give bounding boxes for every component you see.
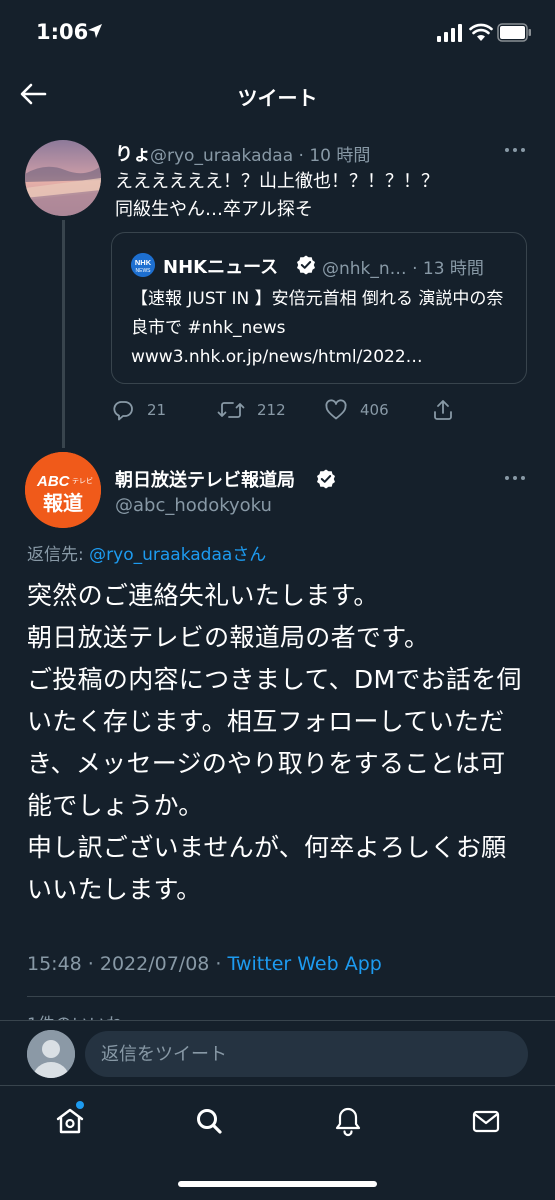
retweet-count: 212 <box>257 401 286 419</box>
nhk-logo-text: NHK <box>135 258 152 267</box>
notification-dot <box>76 1101 84 1109</box>
default-avatar-icon <box>27 1030 75 1078</box>
abc-logo: ABC テレビ 報道 <box>25 452 101 528</box>
home-icon[interactable] <box>54 1105 86 1137</box>
mail-icon[interactable] <box>470 1105 502 1137</box>
retweet-icon <box>217 402 245 418</box>
reply-count: 21 <box>147 401 167 419</box>
author-handle-time: @ryo_uraakadaa · 10 時間 <box>150 146 371 166</box>
heart-icon <box>325 399 347 420</box>
wifi-icon <box>469 23 493 41</box>
nhk-logo-sub: NEWS <box>136 268 152 274</box>
more-options-icon[interactable] <box>503 468 527 488</box>
quoted-author-name: NHKニュース <box>163 257 279 278</box>
my-avatar[interactable] <box>27 1030 75 1078</box>
share-icon <box>434 400 452 420</box>
tweet-meta: 15:48 · 2022/07/08 · Twitter Web App <box>27 953 382 975</box>
like-count: 406 <box>360 401 389 419</box>
page-title: ツイート <box>237 86 318 110</box>
likes-count-peek[interactable]: 1件のいいね <box>27 1010 123 1020</box>
quoted-handle-time: @nhk_n… · 13 時間 <box>322 259 484 279</box>
author-name[interactable]: りょ <box>115 140 151 166</box>
home-indicator <box>178 1181 377 1187</box>
quoted-tweet-text: 【速報 JUST IN 】安倍元首相 倒れる 演説中の奈良市で #nhk_new… <box>131 289 504 367</box>
replying-to-prefix: 返信先: <box>27 545 90 565</box>
bell-icon[interactable] <box>332 1105 364 1137</box>
verified-badge-icon <box>297 255 315 275</box>
abc-logo-line1: ABC <box>36 473 71 490</box>
reply-icon <box>113 401 133 421</box>
abc-logo-line2: 報道 <box>43 491 83 515</box>
retweet-button[interactable]: 212 <box>217 398 286 422</box>
replying-to: 返信先: @ryo_uraakadaaさん <box>27 540 266 565</box>
tweet-source-link[interactable]: Twitter Web App <box>228 953 382 975</box>
battery-icon <box>497 23 531 42</box>
divider <box>27 996 555 997</box>
tweet-text: 突然のご連絡失礼いたします。 朝日放送テレビの報道局の者です。 ご投稿の内容につ… <box>27 581 522 904</box>
share-button[interactable] <box>431 398 467 422</box>
thread-line <box>62 220 65 448</box>
tweet-text: ええええええ！？山上徹也！？！？！？ 同級生やん…卒アル探そ <box>115 171 439 220</box>
cellular-signal-icon <box>437 24 462 42</box>
status-time: 1:06 <box>36 20 89 44</box>
avatar-photo <box>25 140 101 216</box>
reply-button[interactable]: 21 <box>111 398 166 422</box>
abc-avatar[interactable]: ABC テレビ 報道 <box>25 452 101 528</box>
author-handle: @abc_hodokyoku <box>115 495 272 516</box>
more-options-icon[interactable] <box>503 140 527 160</box>
tweet-timestamp: 15:48 · 2022/07/08 · <box>27 953 228 975</box>
replying-to-handle[interactable]: @ryo_uraakadaa <box>89 545 232 565</box>
author-name[interactable]: 朝日放送テレビ報道局 <box>115 466 295 492</box>
replying-to-suffix: さん <box>232 545 267 565</box>
avatar[interactable] <box>25 140 101 216</box>
reply-input[interactable] <box>85 1031 528 1077</box>
nhk-logo: NHK NEWS <box>131 253 155 277</box>
verified-badge-icon <box>317 469 335 489</box>
location-arrow-icon <box>88 24 102 38</box>
like-button[interactable]: 406 <box>324 398 389 422</box>
search-icon[interactable] <box>193 1105 225 1137</box>
abc-logo-line1-small: テレビ <box>72 476 93 485</box>
